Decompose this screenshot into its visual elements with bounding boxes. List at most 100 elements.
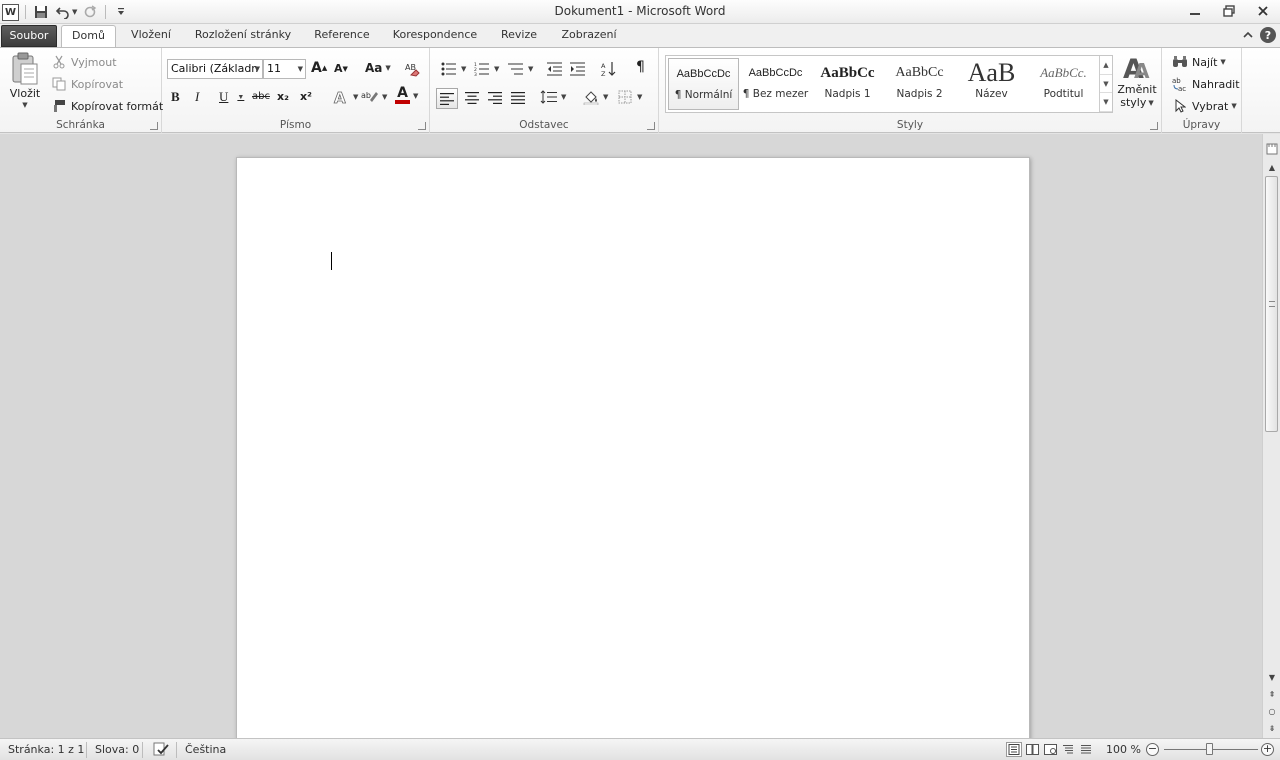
borders-button[interactable]: ▼ xyxy=(616,88,642,106)
decrease-indent-button[interactable] xyxy=(546,60,564,78)
page-count[interactable]: Stránka: 1 z 1 xyxy=(8,743,84,756)
underline-button[interactable]: U ▼ xyxy=(219,89,244,105)
ribbon-tab-row: Soubor Domů Vložení Rozložení stránky Re… xyxy=(0,24,1280,48)
style-no-spacing[interactable]: AaBbCcDc ¶ Bez mezer xyxy=(740,58,811,110)
bold-button[interactable]: B xyxy=(171,89,180,105)
zoom-slider-thumb[interactable] xyxy=(1206,743,1213,755)
style-subtitle[interactable]: AaBbCc. Podtitul xyxy=(1028,58,1099,110)
style-heading-2[interactable]: AaBbCc Nadpis 2 xyxy=(884,58,955,110)
style-heading-1[interactable]: AaBbCc Nadpis 1 xyxy=(812,58,883,110)
clear-formatting-button[interactable]: AB xyxy=(404,60,422,78)
change-styles-button[interactable]: A A Změnit styly ▼ xyxy=(1117,53,1157,109)
dialog-launcher-icon[interactable] xyxy=(1150,122,1158,130)
multilevel-list-button[interactable]: ▼ xyxy=(507,60,533,78)
highlighter-icon: ab xyxy=(361,88,379,106)
scrollbar-thumb[interactable] xyxy=(1265,176,1278,432)
tab-page-layout[interactable]: Rozložení stránky xyxy=(188,25,298,47)
word-count[interactable]: Slova: 0 xyxy=(95,743,139,756)
superscript-button[interactable]: x² xyxy=(300,90,312,103)
font-color-button[interactable]: A ▼ xyxy=(395,86,418,104)
tab-file[interactable]: Soubor xyxy=(1,25,57,47)
close-icon[interactable] xyxy=(1246,0,1280,22)
proofing-icon[interactable] xyxy=(152,741,170,760)
numbering-button[interactable]: 123 ▼ xyxy=(473,60,499,78)
tab-home[interactable]: Domů xyxy=(61,25,116,48)
clipboard-icon xyxy=(12,52,38,85)
help-icon[interactable]: ? xyxy=(1260,27,1276,43)
font-name-combo[interactable]: Calibri (Základn ▼ xyxy=(167,59,263,79)
draft-view-icon[interactable] xyxy=(1078,742,1094,757)
arrow-down-icon: ▼ xyxy=(342,64,348,73)
change-case-button[interactable]: Aa ▼ xyxy=(365,61,391,75)
find-button[interactable]: Najít ▼ xyxy=(1171,53,1226,71)
text-caret xyxy=(331,252,332,270)
show-formatting-button[interactable]: ¶ xyxy=(636,59,645,75)
tab-insert[interactable]: Vložení xyxy=(124,25,178,47)
style-normal[interactable]: AaBbCcDc ¶ Normální xyxy=(668,58,739,110)
vertical-scrollbar[interactable]: ▲ ▼ ⇞ ○ ⇟ xyxy=(1262,134,1280,738)
style-sample: AaBbCcDc xyxy=(676,68,731,80)
title-bar: W ▼ Dokument1 - Microsoft Word xyxy=(0,0,1280,24)
subscript-button[interactable]: x₂ xyxy=(277,90,289,103)
shrink-font-button[interactable]: A ▼ xyxy=(334,62,348,75)
select-button[interactable]: Vybrat ▼ xyxy=(1171,97,1237,115)
align-left-button[interactable] xyxy=(436,88,458,109)
style-title[interactable]: AaB Název xyxy=(956,58,1027,110)
replace-button[interactable]: ab ac Nahradit xyxy=(1171,75,1240,93)
dialog-launcher-icon[interactable] xyxy=(150,122,158,130)
bullets-button[interactable]: ▼ xyxy=(440,60,466,78)
grow-font-button[interactable]: A ▲ xyxy=(311,60,327,76)
italic-button[interactable]: I xyxy=(195,89,199,105)
cut-button[interactable]: Vyjmout xyxy=(50,53,117,71)
ruler-toggle-icon[interactable] xyxy=(1264,142,1280,156)
chevron-down-icon: ▼ xyxy=(1148,98,1154,107)
tab-mailings[interactable]: Korespondence xyxy=(388,25,482,47)
tab-view[interactable]: Zobrazení xyxy=(556,25,622,47)
align-right-button[interactable] xyxy=(486,89,504,107)
language[interactable]: Čeština xyxy=(185,743,226,756)
print-layout-view-icon[interactable] xyxy=(1006,742,1022,757)
gallery-down-icon[interactable]: ▼ xyxy=(1100,75,1112,94)
tab-row-right: ? xyxy=(1242,27,1276,43)
restore-icon[interactable] xyxy=(1212,0,1246,22)
highlight-button[interactable]: ab ▼ xyxy=(361,88,387,106)
font-size-combo[interactable]: 11 ▼ xyxy=(263,59,306,79)
dialog-launcher-icon[interactable] xyxy=(647,122,655,130)
web-layout-view-icon[interactable] xyxy=(1042,742,1058,757)
zoom-in-icon[interactable]: + xyxy=(1261,743,1274,756)
scroll-down-icon[interactable]: ▼ xyxy=(1264,670,1280,684)
chevron-down-icon: ▼ xyxy=(254,65,260,73)
scroll-up-icon[interactable]: ▲ xyxy=(1264,160,1280,174)
group-paragraph: ▼ 123 ▼ ▼ AZ ¶ ▼ ▼ ▼ Odstavec xyxy=(430,48,659,133)
browse-object-icon[interactable]: ○ xyxy=(1264,704,1280,718)
format-painter-button[interactable]: Kopírovat formát xyxy=(50,97,163,115)
zoom-level[interactable]: 100 % xyxy=(1106,743,1141,756)
text-effects-button[interactable]: A ▼ xyxy=(332,88,359,106)
strikethrough-button[interactable]: abc xyxy=(252,91,270,102)
dialog-launcher-icon[interactable] xyxy=(418,122,426,130)
shading-button[interactable]: ▼ xyxy=(582,88,608,106)
full-screen-reading-view-icon[interactable] xyxy=(1024,742,1040,757)
document-area[interactable] xyxy=(0,134,1262,738)
copy-button[interactable]: Kopírovat xyxy=(50,75,123,93)
justify-button[interactable] xyxy=(509,89,527,107)
chevron-up-icon[interactable] xyxy=(1242,29,1254,41)
outline-view-icon[interactable] xyxy=(1060,742,1076,757)
minimize-icon[interactable] xyxy=(1178,0,1212,22)
change-styles-label-1: Změnit xyxy=(1117,83,1157,96)
gallery-more-icon[interactable]: ▼ xyxy=(1100,93,1112,113)
increase-indent-icon xyxy=(569,60,587,78)
next-page-icon[interactable]: ⇟ xyxy=(1264,721,1280,735)
group-label-styles: Styly xyxy=(896,119,924,131)
align-center-button[interactable] xyxy=(463,89,481,107)
increase-indent-button[interactable] xyxy=(569,60,587,78)
document-page[interactable] xyxy=(236,157,1030,738)
paste-button[interactable]: Vložit ▼ xyxy=(6,52,44,109)
sort-button[interactable]: AZ xyxy=(600,60,618,78)
tab-references[interactable]: Reference xyxy=(308,25,376,47)
previous-page-icon[interactable]: ⇞ xyxy=(1264,687,1280,701)
line-spacing-button[interactable]: ▼ xyxy=(540,88,566,106)
tab-review[interactable]: Revize xyxy=(494,25,544,47)
zoom-out-icon[interactable]: − xyxy=(1146,743,1159,756)
gallery-up-icon[interactable]: ▲ xyxy=(1100,56,1112,75)
